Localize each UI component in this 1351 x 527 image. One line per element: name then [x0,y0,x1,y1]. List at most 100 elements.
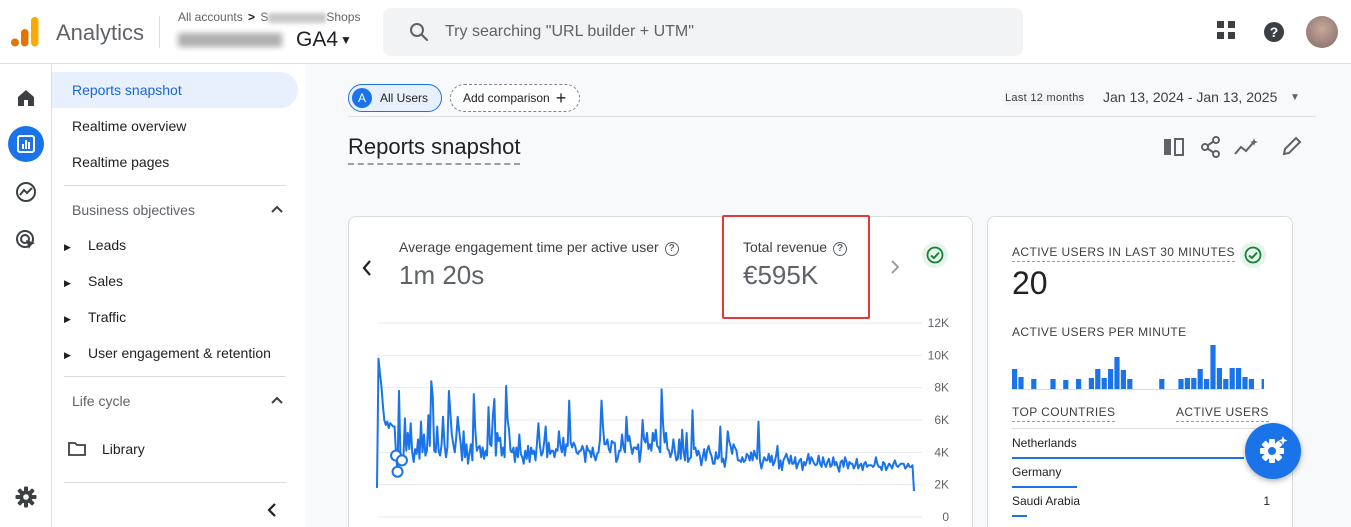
page-title[interactable]: Reports snapshot [348,134,521,165]
help-icon[interactable]: ? [664,242,679,256]
rail-advertising-button[interactable] [8,222,44,258]
country-row[interactable]: Germany [1012,465,1270,488]
per-minute-bar[interactable] [1236,368,1242,389]
row-divider [1012,428,1270,429]
share-icon[interactable] [1201,136,1221,158]
per-minute-bar[interactable] [1012,369,1018,389]
per-minute-bar[interactable] [1248,379,1254,389]
y-tick-label: 4K [934,445,949,459]
chevron-left-icon[interactable] [361,259,373,277]
revenue-line-chart[interactable]: 12K 10K 8K 6K 4K 2K 0 [349,315,974,527]
top-bar: Analytics All accounts > S Shops GA4▼ ? [0,0,1351,64]
per-minute-bar[interactable] [1197,369,1203,389]
date-preset-label[interactable]: Last 12 months [1005,91,1085,105]
rail-reports-button[interactable] [8,126,44,162]
apps-grid-icon[interactable] [1216,20,1236,40]
per-minute-bar[interactable] [1229,368,1235,389]
rail-admin-button[interactable] [8,479,44,515]
top-countries-header[interactable]: TOP COUNTRIES [1012,405,1116,422]
chevron-down-icon: ▼ [340,33,352,48]
home-icon [18,90,34,106]
per-minute-bar[interactable] [1210,345,1216,389]
per-minute-bar[interactable] [1088,378,1094,389]
per-minute-bar[interactable] [1127,379,1133,389]
per-minute-bar[interactable] [1159,379,1165,389]
per-minute-bar[interactable] [1120,370,1126,389]
per-minute-bar[interactable] [1076,379,1082,389]
per-minute-bar[interactable] [1101,378,1107,389]
insights-icon[interactable] [1234,137,1260,157]
data-point-marker[interactable] [395,454,408,467]
nav-item-reports-snapshot[interactable]: Reports snapshot [52,72,298,108]
per-minute-bar[interactable] [1261,379,1264,389]
chevron-right-icon[interactable] [890,259,900,275]
property-selector[interactable]: GA4 ▼ [178,28,352,52]
add-comparison-label: Add comparison [463,91,550,105]
per-minute-bar[interactable] [1191,378,1197,389]
search-input[interactable] [445,8,1005,56]
nav-item-user-engagement[interactable]: ▶ User engagement & retention [64,341,271,365]
active-users-label[interactable]: ACTIVE USERS IN LAST 30 MINUTES [1012,245,1235,262]
date-range[interactable]: Jan 13, 2024 - Jan 13, 2025 [1103,89,1277,105]
country-row[interactable]: Saudi Arabia 1 [1012,494,1270,517]
analytics-logo-icon[interactable] [10,16,40,48]
nav-item-leads[interactable]: ▶ Leads [64,233,126,257]
nav-section-life-cycle[interactable]: Life cycle [72,393,130,409]
search-bar[interactable] [383,8,1023,56]
data-point-marker[interactable] [391,465,404,478]
collapse-nav-chevron-left-icon[interactable] [266,502,278,518]
segment-chip-all-users[interactable]: A All Users [348,84,442,112]
per-minute-bar[interactable] [1063,380,1069,389]
per-minute-bar[interactable] [1108,369,1114,389]
insights-fab-button[interactable] [1245,423,1301,479]
settings-gear-icon [15,486,37,508]
breadcrumb-all-accounts[interactable]: All accounts [178,10,243,24]
country-name: Netherlands [1012,436,1077,450]
breadcrumb-account-initial: S [260,10,269,24]
per-minute-bar[interactable] [1223,379,1229,389]
chevron-down-icon[interactable]: ▼ [1290,92,1300,103]
per-minute-bar[interactable] [1178,379,1184,389]
rail-home-button[interactable] [8,80,44,116]
metrics-chart-card: Average engagement time per active user?… [348,215,974,527]
edit-pencil-icon[interactable] [1282,136,1302,156]
property-suffix: GA4 [296,28,339,51]
active-users-per-minute-chart[interactable] [1012,345,1264,395]
nav-item-realtime-overview[interactable]: Realtime overview [52,108,298,144]
country-share-bar [1012,486,1077,488]
per-minute-bar[interactable] [1018,377,1024,389]
customize-columns-icon[interactable] [1163,137,1185,157]
per-minute-bar[interactable] [1242,377,1248,389]
nav-item-library[interactable]: Library [64,437,145,461]
app-name[interactable]: Analytics [56,20,144,46]
help-circle-icon[interactable]: ? [1263,21,1285,43]
per-minute-bar[interactable] [1184,378,1190,389]
per-minute-bar[interactable] [1114,357,1120,389]
advertising-icon [16,230,35,249]
chevron-up-icon[interactable] [270,395,284,405]
active-users-header[interactable]: ACTIVE USERS [1176,405,1269,422]
per-minute-bar[interactable] [1050,379,1056,389]
rail-explore-button[interactable] [8,174,44,210]
toolbar-divider [348,116,1316,117]
per-minute-bar[interactable] [1031,379,1037,389]
avatar[interactable] [1306,16,1338,48]
metric-label[interactable]: Average engagement time per active user? [399,239,679,256]
nav-section-business-objectives[interactable]: Business objectives [72,202,195,218]
breadcrumb[interactable]: All accounts > S Shops [178,10,360,24]
svg-text:?: ? [1270,24,1279,40]
expand-triangle-icon: ▶ [64,350,71,360]
nav-item-sales[interactable]: ▶ Sales [64,269,123,293]
add-comparison-button[interactable]: Add comparison + [450,84,580,112]
chevron-up-icon[interactable] [270,204,284,214]
per-minute-bar[interactable] [1204,379,1210,389]
nav-divider [64,185,286,186]
per-minute-bar[interactable] [1095,369,1101,389]
revenue-series-line[interactable] [376,357,915,492]
country-row[interactable]: Netherlands [1012,436,1270,459]
expand-triangle-icon: ▶ [64,278,71,288]
nav-item-realtime-pages[interactable]: Realtime pages [52,144,298,180]
per-minute-bar[interactable] [1216,368,1222,389]
nav-item-traffic[interactable]: ▶ Traffic [64,305,126,329]
folder-icon [68,442,86,456]
